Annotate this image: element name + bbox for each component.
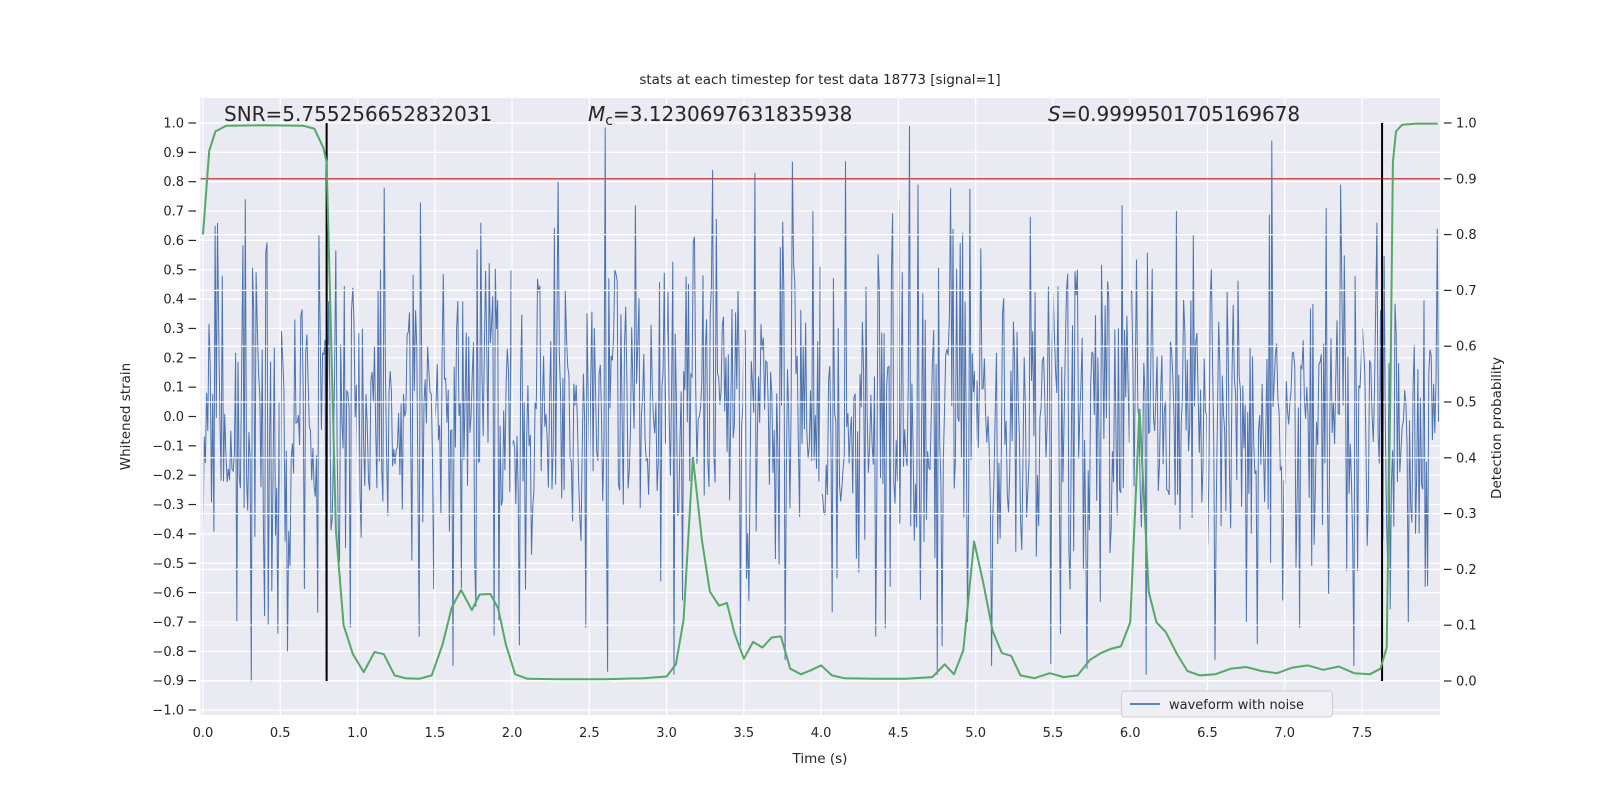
significance-value: =0.9999501705169678 [1061, 102, 1300, 126]
chirp-mass-subscript: c [605, 113, 613, 129]
chart-title: stats at each timestep for test data 187… [639, 72, 1000, 88]
left-y-tick-label: 0.0 [163, 410, 184, 425]
right-y-tick-label: 0.1 [1456, 619, 1477, 634]
left-y-tick-label: 0.7 [163, 205, 184, 220]
legend-label: waveform with noise [1169, 698, 1304, 713]
chirp-mass-value: =3.1230697631835938 [613, 102, 852, 126]
chirp-mass-annotation: Mc=3.1230697631835938 [588, 102, 852, 129]
left-y-tick-label: 0.4 [163, 293, 184, 308]
x-tick-label: 6.0 [1120, 726, 1141, 741]
right-y-tick-label: 0.4 [1456, 451, 1477, 466]
right-y-tick-label: 1.0 [1456, 117, 1477, 132]
left-y-tick-label: 1.0 [163, 117, 184, 132]
x-tick-label: 2.5 [579, 726, 600, 741]
left-y-tick-label: −0.6 [152, 586, 184, 601]
left-y-tick-label: −0.5 [152, 557, 184, 572]
right-y-tick-label: 0.7 [1456, 284, 1477, 299]
x-tick-label: 6.5 [1197, 726, 1218, 741]
left-y-tick-label: 0.1 [163, 381, 184, 396]
legend: waveform with noise [1121, 690, 1333, 718]
x-tick-label: 0.0 [193, 726, 214, 741]
left-y-tick-label: −1.0 [152, 704, 184, 719]
x-tick-label: 2.0 [502, 726, 523, 741]
figure: 0.0 0.5 1.0 1.5 2.0 2.5 3.0 3.5 4.0 4.5 5.0 5.5 6.0 6… [0, 0, 1600, 800]
left-y-tick-label: −0.1 [152, 439, 184, 454]
right-y-tick-label: 0.6 [1456, 340, 1477, 355]
x-tick-label: 1.5 [424, 726, 445, 741]
left-y-tick-label: −0.8 [152, 645, 184, 660]
left-y-tick-label: 0.9 [163, 146, 184, 161]
right-y-tick-label: 0.8 [1456, 228, 1477, 243]
left-y-tick-label: 0.8 [163, 175, 184, 190]
left-y-tick-label: 0.6 [163, 234, 184, 249]
significance-annotation: S=0.9999501705169678 [1048, 102, 1300, 126]
left-y-tick-label: −0.7 [152, 615, 184, 630]
left-y-tick-label: 0.5 [163, 263, 184, 278]
x-tick-label: 7.5 [1352, 726, 1373, 741]
x-tick-label: 1.0 [347, 726, 368, 741]
x-tick-label: 7.0 [1274, 726, 1295, 741]
right-y-tick-label: 0.9 [1456, 172, 1477, 187]
x-tick-label: 3.5 [734, 726, 755, 741]
x-tick-label: 5.0 [965, 726, 986, 741]
right-y-axis-label: Detection probability [1489, 357, 1505, 499]
right-y-tick-label: 0.5 [1456, 396, 1477, 411]
x-axis-label: Time (s) [792, 751, 848, 767]
snr-annotation: SNR=5.755256652832031 [224, 102, 492, 126]
left-y-tick-label: −0.3 [152, 498, 184, 513]
left-y-axis-label: Whitened strain [118, 363, 134, 470]
stats-chart: 0.0 0.5 1.0 1.5 2.0 2.5 3.0 3.5 4.0 4.5 5.0 5.5 6.0 6… [118, 72, 1505, 767]
right-y-tick-label: 0.0 [1456, 675, 1477, 690]
x-tick-label: 5.5 [1043, 726, 1064, 741]
x-tick-label: 4.0 [811, 726, 832, 741]
left-y-tick-label: −0.4 [152, 527, 184, 542]
right-y-tick-label: 0.2 [1456, 563, 1477, 578]
left-y-tick-label: 0.3 [163, 322, 184, 337]
significance-symbol: S [1048, 102, 1061, 126]
left-y-tick-label: 0.2 [163, 351, 184, 366]
chirp-mass-symbol: M [588, 102, 605, 126]
left-y-tick-label: −0.2 [152, 469, 184, 484]
x-tick-label: 3.0 [656, 726, 677, 741]
left-y-tick-label: −0.9 [152, 674, 184, 689]
x-tick-label: 4.5 [888, 726, 909, 741]
right-y-tick-label: 0.3 [1456, 507, 1477, 522]
x-tick-label: 0.5 [270, 726, 291, 741]
